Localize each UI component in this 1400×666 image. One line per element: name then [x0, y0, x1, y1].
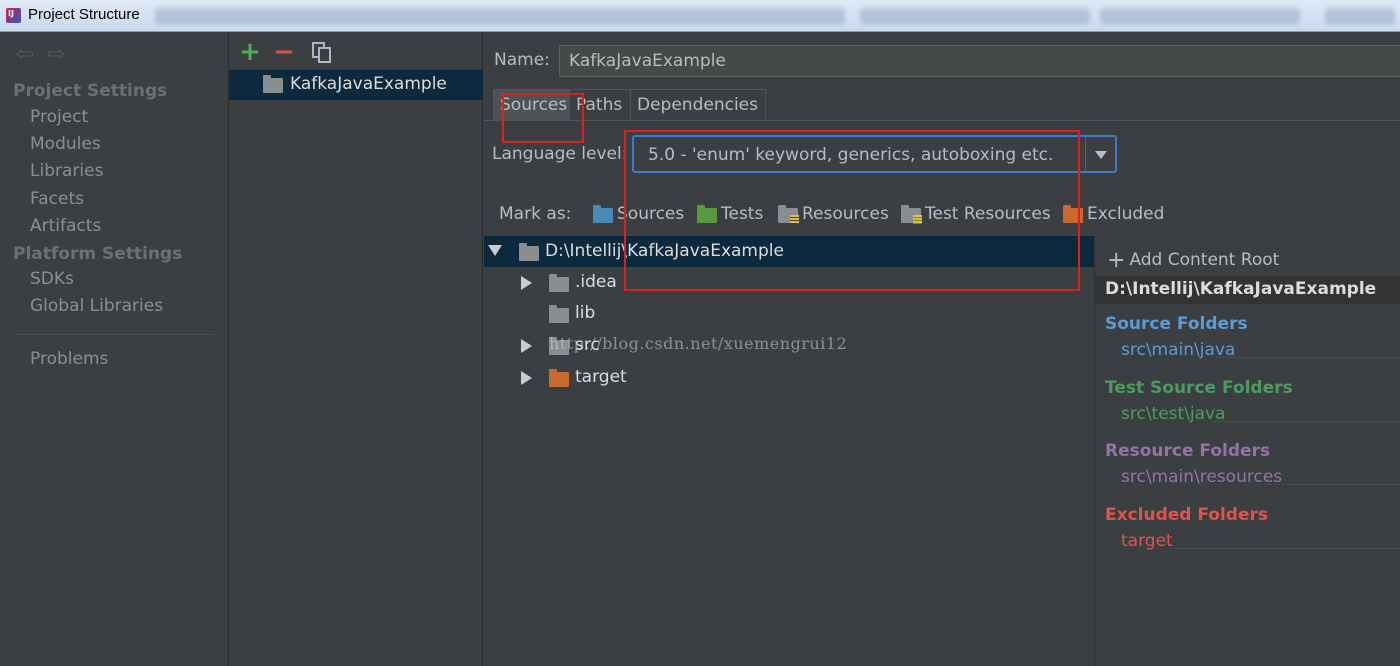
folder-icon	[519, 243, 539, 261]
sidebar-item-global-libraries[interactable]: Global Libraries	[30, 296, 163, 316]
test-source-folder-path[interactable]: src\test\java	[1121, 404, 1226, 424]
mark-as-excluded-button[interactable]: Excluded	[1063, 204, 1165, 224]
blurred-taskbar-content	[860, 8, 1090, 24]
add-module-icon[interactable]: +	[237, 39, 263, 66]
module-item[interactable]: KafkaJavaExample	[229, 70, 483, 100]
blurred-taskbar-content	[1100, 8, 1300, 24]
divider	[1211, 421, 1400, 422]
excluded-folder-icon	[549, 369, 569, 387]
content-root-path: D:\Intellij\KafkaJavaExample	[1105, 279, 1377, 299]
folder-icon	[549, 274, 569, 292]
language-level-label: Language level:	[492, 144, 628, 164]
blurred-taskbar-content	[155, 8, 845, 24]
platform-settings-heading: Platform Settings	[13, 244, 183, 264]
divider	[1217, 357, 1400, 358]
annotation-box-language-level	[624, 130, 1080, 291]
source-folder-icon	[593, 205, 613, 223]
content-root-header[interactable]: D:\Intellij\KafkaJavaExample	[1095, 276, 1400, 304]
forward-arrow-icon[interactable]: ⇨	[43, 42, 69, 68]
content-root-panel: + Add Content Root D:\Intellij\KafkaJavaE…	[1095, 236, 1400, 666]
collapsed-triangle-icon[interactable]	[521, 276, 532, 290]
sidebar-item-facets[interactable]: Facets	[30, 189, 84, 209]
mark-as-excluded-label: Excluded	[1087, 204, 1165, 224]
excluded-folder-path[interactable]: target	[1121, 531, 1173, 551]
sidebar-item-sdks[interactable]: SDKs	[30, 269, 74, 289]
module-folder-icon	[263, 75, 283, 93]
back-arrow-icon[interactable]: ⇦	[12, 42, 38, 68]
tree-row[interactable]: target	[484, 362, 1094, 393]
dropdown-arrow-button[interactable]	[1085, 137, 1115, 171]
sidebar-item-modules[interactable]: Modules	[30, 134, 101, 154]
sidebar-divider	[14, 334, 214, 335]
copy-module-icon[interactable]	[309, 40, 335, 66]
module-name-field[interactable]: KafkaJavaExample	[559, 45, 1400, 77]
tree-row[interactable]: lib	[484, 298, 1094, 329]
resource-folders-title: Resource Folders	[1105, 441, 1271, 461]
divider	[1265, 484, 1400, 485]
add-content-root-label: Add Content Root	[1129, 250, 1280, 270]
nav-arrows: ⇦ ⇨	[12, 42, 69, 68]
module-list-panel: + − KafkaJavaExample	[229, 32, 483, 666]
tree-item-label: target	[575, 367, 627, 387]
collapsed-triangle-icon[interactable]	[521, 339, 532, 353]
title-bar: Project Structure	[0, 0, 1400, 32]
resource-folder-path[interactable]: src\main\resources	[1121, 467, 1282, 487]
name-label: Name:	[494, 50, 550, 70]
annotation-box-sources-tab	[502, 93, 584, 143]
window-title: Project Structure	[28, 6, 140, 23]
sidebar-item-artifacts[interactable]: Artifacts	[30, 216, 101, 236]
plus-icon: +	[1107, 248, 1126, 273]
watermark: http://blog.csdn.net/xuemengrui12	[549, 334, 848, 353]
excluded-folders-title: Excluded Folders	[1105, 505, 1269, 525]
blurred-taskbar-content	[1325, 8, 1395, 24]
remove-module-icon[interactable]: −	[271, 39, 297, 66]
collapsed-triangle-icon[interactable]	[521, 371, 532, 385]
tab-dependencies[interactable]: Dependencies	[630, 89, 766, 121]
content-root-tree: D:\Intellij\KafkaJavaExample .idea lib s…	[484, 236, 1094, 666]
project-settings-heading: Project Settings	[13, 81, 168, 101]
settings-sidebar: ⇦ ⇨ Project Settings Project Modules Lib…	[0, 32, 229, 666]
add-content-root-button[interactable]: + Add Content Root	[1107, 246, 1280, 273]
sidebar-item-project[interactable]: Project	[30, 107, 88, 127]
module-item-label: KafkaJavaExample	[290, 74, 447, 94]
sidebar-item-libraries[interactable]: Libraries	[30, 161, 103, 181]
test-source-folders-title: Test Source Folders	[1105, 378, 1293, 398]
tree-item-label: lib	[575, 303, 596, 323]
intellij-app-icon	[6, 8, 21, 23]
source-folders-title: Source Folders	[1105, 314, 1248, 334]
divider	[1171, 548, 1400, 549]
folder-icon	[549, 305, 569, 323]
sidebar-item-problems[interactable]: Problems	[30, 349, 108, 369]
tabs-divider	[484, 120, 1400, 121]
chevron-down-icon	[1095, 151, 1107, 159]
tree-item-label: .idea	[575, 272, 617, 292]
mark-as-label: Mark as:	[499, 204, 572, 224]
expanded-triangle-icon[interactable]	[488, 245, 502, 256]
